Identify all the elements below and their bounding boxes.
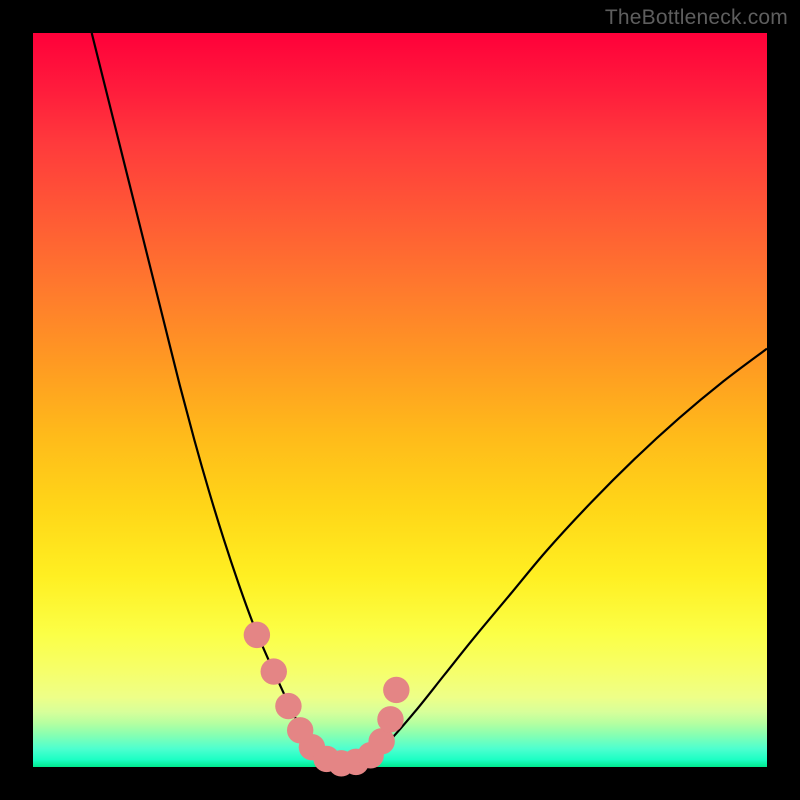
curve-marker [261,658,287,684]
curve-marker [275,693,301,719]
watermark-text: TheBottleneck.com [605,6,788,30]
plot-area [33,33,767,767]
bottleneck-curve [92,33,767,764]
chart-svg [33,33,767,767]
curve-marker [377,706,403,732]
curve-markers [244,622,410,777]
curve-marker [383,677,409,703]
curve-marker [244,622,270,648]
chart-frame: TheBottleneck.com [0,0,800,800]
